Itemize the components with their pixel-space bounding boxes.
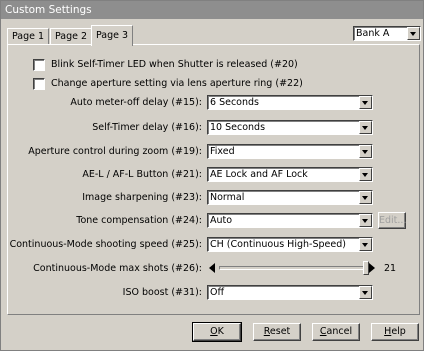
- help-button-label: elp: [391, 326, 406, 337]
- arrow-left-icon[interactable]: [209, 263, 215, 273]
- reset-button[interactable]: Reset: [253, 323, 301, 341]
- chevron-down-icon[interactable]: [359, 286, 372, 299]
- chevron-down-icon[interactable]: [359, 121, 372, 134]
- chevron-down-icon[interactable]: [359, 168, 372, 181]
- help-button[interactable]: Help: [371, 323, 419, 341]
- continuous-speed-label: Continuous-Mode shooting speed (#25):: [9, 239, 202, 250]
- aperture-control-select[interactable]: Fixed: [207, 144, 373, 159]
- aperture-ring-checkbox[interactable]: [33, 77, 45, 90]
- image-sharpening-value: Normal: [210, 192, 245, 203]
- aperture-ring-label: Change aperture setting via lens apertur…: [51, 78, 303, 89]
- tone-compensation-select[interactable]: Auto: [207, 213, 373, 228]
- chevron-down-icon[interactable]: [407, 27, 420, 40]
- ae-af-button-select[interactable]: AE Lock and AF Lock: [207, 167, 373, 182]
- continuous-speed-select[interactable]: CH (Continuous High-Speed): [207, 237, 373, 252]
- ok-button-label: K: [217, 326, 224, 337]
- reset-button-label: eset: [269, 326, 291, 337]
- continuous-max-shots-label: Continuous-Mode max shots (#26):: [33, 263, 202, 274]
- chevron-down-icon[interactable]: [359, 238, 372, 251]
- title-bar: Custom Settings: [1, 1, 423, 19]
- ok-button[interactable]: OK: [192, 322, 242, 342]
- self-timer-delay-value: 10 Seconds: [210, 122, 266, 133]
- slider-track[interactable]: [219, 266, 369, 270]
- auto-meter-off-value: 6 Seconds: [210, 97, 259, 108]
- cancel-button-label: ancel: [326, 326, 353, 337]
- aperture-control-value: Fixed: [210, 146, 235, 157]
- blink-self-timer-checkbox-row[interactable]: Blink Self-Timer LED when Shutter is rel…: [33, 58, 298, 71]
- cancel-button[interactable]: Cancel: [312, 323, 360, 341]
- cancel-button-mnemonic: C: [319, 326, 327, 337]
- self-timer-delay-label: Self-Timer delay (#16):: [92, 122, 202, 133]
- custom-settings-window: Custom Settings Page 1 Page 2 Page 3 Ban…: [0, 0, 424, 351]
- iso-boost-select[interactable]: Off: [207, 285, 373, 300]
- self-timer-delay-select[interactable]: 10 Seconds: [207, 120, 373, 135]
- continuous-speed-value: CH (Continuous High-Speed): [210, 239, 346, 250]
- bank-select[interactable]: Bank A: [353, 26, 421, 41]
- bank-select-value: Bank A: [356, 28, 390, 39]
- tone-compensation-value: Auto: [210, 215, 233, 226]
- edit-button[interactable]: Edit...: [378, 212, 406, 229]
- iso-boost-value: Off: [210, 287, 225, 298]
- tab-page-1[interactable]: Page 1: [7, 28, 50, 45]
- max-shots-value: 21: [384, 263, 397, 274]
- auto-meter-off-label: Auto meter-off delay (#15):: [70, 97, 202, 108]
- image-sharpening-select[interactable]: Normal: [207, 190, 373, 205]
- ae-af-button-value: AE Lock and AF Lock: [210, 169, 308, 180]
- tone-compensation-label: Tone compensation (#24):: [76, 215, 202, 226]
- chevron-down-icon[interactable]: [359, 214, 372, 227]
- tab-page-3[interactable]: Page 3: [91, 25, 134, 46]
- chevron-down-icon[interactable]: [359, 96, 372, 109]
- arrow-right-icon[interactable]: [369, 263, 375, 273]
- ok-button-mnemonic: O: [210, 326, 218, 337]
- blink-self-timer-label: Blink Self-Timer LED when Shutter is rel…: [51, 59, 298, 70]
- iso-boost-label: ISO boost (#31):: [122, 287, 202, 298]
- tab-page-2[interactable]: Page 2: [50, 28, 93, 45]
- blink-self-timer-checkbox[interactable]: [33, 58, 45, 71]
- aperture-control-label: Aperture control during zoom (#19):: [28, 146, 202, 157]
- auto-meter-off-select[interactable]: 6 Seconds: [207, 95, 373, 110]
- continuous-max-shots-slider[interactable]: 21: [207, 260, 417, 277]
- aperture-ring-checkbox-row[interactable]: Change aperture setting via lens apertur…: [33, 77, 303, 90]
- ae-af-button-label: AE-L / AF-L Button (#21):: [82, 169, 202, 180]
- chevron-down-icon[interactable]: [359, 191, 372, 204]
- chevron-down-icon[interactable]: [359, 145, 372, 158]
- image-sharpening-label: Image sharpening (#23):: [82, 192, 202, 203]
